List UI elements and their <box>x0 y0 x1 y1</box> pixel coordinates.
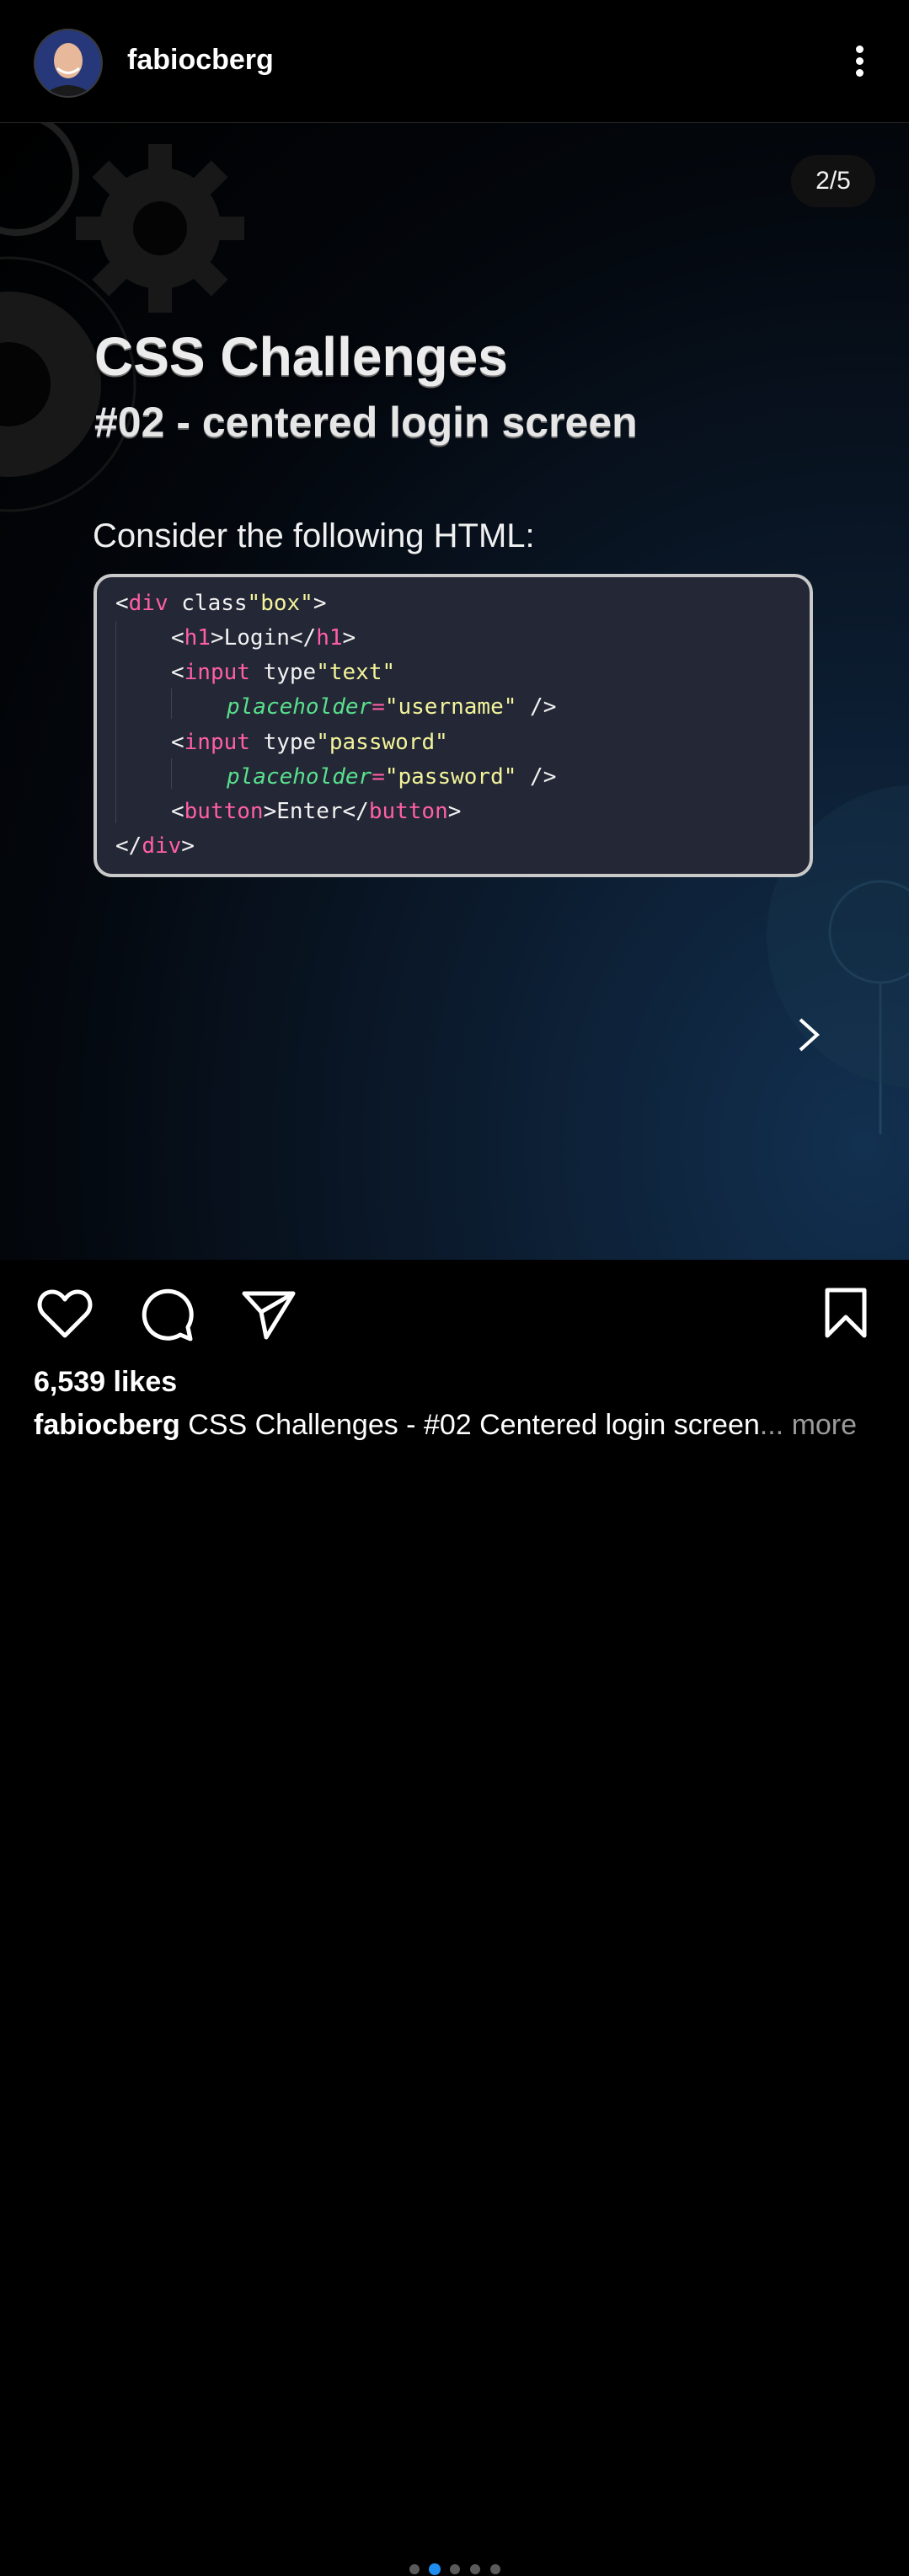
carousel-dot-active <box>429 2563 441 2575</box>
more-options-icon[interactable] <box>842 40 876 83</box>
carousel-dot <box>490 2564 500 2574</box>
code-line-8: </div> <box>115 833 195 859</box>
slide-title: CSS Challenges <box>94 326 508 387</box>
indent-guide <box>171 758 172 789</box>
comment-icon[interactable] <box>140 1287 195 1342</box>
share-icon[interactable] <box>241 1288 297 1341</box>
code-line-3: <input type"text" <box>171 660 396 685</box>
carousel-dot <box>470 2564 480 2574</box>
code-line-7: <button>Enter</button> <box>171 799 462 824</box>
carousel-dot <box>450 2564 460 2574</box>
post-image[interactable]: 2/5 CSS Challenges #02 - centered login … <box>0 123 909 1260</box>
code-block: <div class"box"> <h1>Login</h1> <input t… <box>94 574 813 877</box>
username[interactable]: fabiocberg <box>127 44 274 77</box>
indent-guide <box>115 621 116 823</box>
code-line-6: placeholder="password" /> <box>227 764 557 790</box>
code-line-2: <h1>Login</h1> <box>171 625 356 651</box>
slide-counter: 2/5 <box>791 155 875 207</box>
action-bar <box>0 1260 909 2575</box>
indent-guide <box>171 688 172 719</box>
heart-icon[interactable] <box>37 1288 93 1339</box>
caption-text: CSS Challenges - #02 Centered login scre… <box>188 1409 760 1441</box>
slide-subtitle: #02 - centered login screen <box>94 399 638 446</box>
bookmark-icon[interactable] <box>824 1287 868 1339</box>
likes-count[interactable]: 6,539 likes <box>34 1366 177 1399</box>
caption: fabiocberg CSS Challenges - #02 Centered… <box>34 1409 857 1442</box>
next-arrow-icon <box>733 1018 820 1052</box>
caption-username[interactable]: fabiocberg <box>34 1409 180 1441</box>
post-header: fabiocberg <box>0 0 909 123</box>
code-line-5: <input type"password" <box>171 730 448 755</box>
code-line-1: <div class"box"> <box>115 591 327 616</box>
carousel-dot <box>409 2564 420 2574</box>
slide-lead-text: Consider the following HTML: <box>93 517 535 554</box>
avatar[interactable] <box>34 29 103 98</box>
more-link[interactable]: ... more <box>760 1409 857 1441</box>
code-line-4: placeholder="username" /> <box>227 694 557 720</box>
